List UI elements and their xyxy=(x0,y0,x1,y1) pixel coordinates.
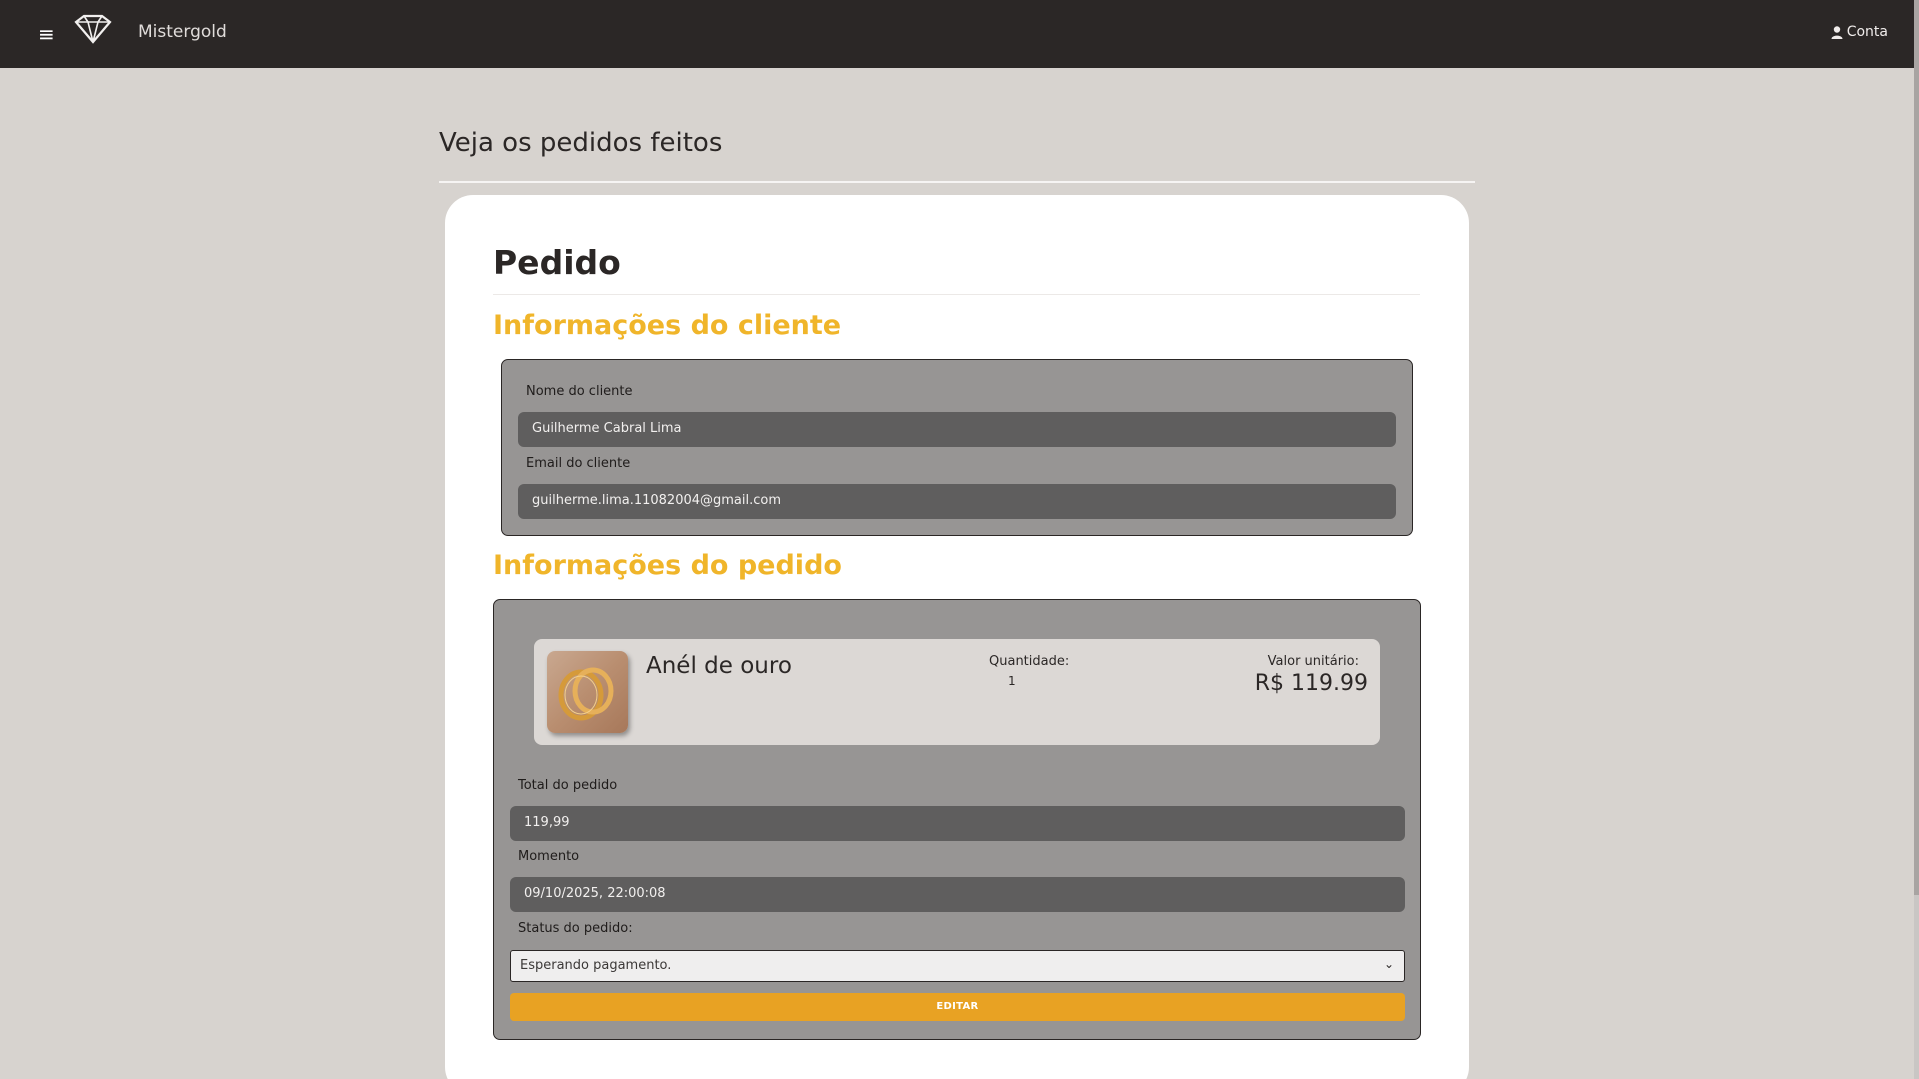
client-email-label: Email do cliente xyxy=(526,456,631,471)
client-name-field[interactable]: Guilherme Cabral Lima xyxy=(518,412,1396,447)
client-info-panel: Nome do cliente Guilherme Cabral Lima Em… xyxy=(501,359,1413,536)
unit-price-value: R$ 119.99 xyxy=(1254,671,1368,696)
order-total-label: Total do pedido xyxy=(518,778,618,793)
gold-rings-icon xyxy=(558,667,614,721)
order-moment-label: Momento xyxy=(518,849,580,864)
client-section-heading: Informações do cliente xyxy=(493,310,842,341)
order-moment-field[interactable]: 09/10/2025, 22:00:08 xyxy=(510,877,1405,912)
quantity-value: 1 xyxy=(1008,674,1016,688)
page-title: Veja os pedidos feitos xyxy=(439,128,723,158)
client-name-label: Nome do cliente xyxy=(526,384,633,399)
order-section-heading: Informações do pedido xyxy=(493,550,842,581)
order-info-panel: Anél de ouro Quantidade: 1 Valor unitári… xyxy=(493,599,1421,1040)
unit-price-label: Valor unitário: xyxy=(1267,654,1359,669)
brand-name[interactable]: Mistergold xyxy=(138,22,227,42)
title-divider xyxy=(439,181,1475,183)
client-email-field[interactable]: guilherme.lima.11082004@gmail.com xyxy=(518,484,1396,519)
account-label: Conta xyxy=(1846,24,1888,40)
hamburger-menu-icon[interactable]: ≡ xyxy=(38,22,55,46)
order-item: Anél de ouro Quantidade: 1 Valor unitári… xyxy=(534,639,1380,745)
page-scrollbar[interactable] xyxy=(1914,0,1919,1079)
order-status-label: Status do pedido: xyxy=(518,921,633,936)
item-name: Anél de ouro xyxy=(646,653,792,679)
quantity-label: Quantidade: xyxy=(989,654,1070,669)
account-link[interactable]: Conta xyxy=(1831,24,1888,40)
order-total-field[interactable]: 119,99 xyxy=(510,806,1405,841)
order-title: Pedido xyxy=(493,243,621,282)
product-image xyxy=(547,651,628,733)
order-status-select[interactable]: Esperando pagamento. ⌄ xyxy=(510,950,1405,982)
diamond-logo-icon[interactable] xyxy=(72,14,114,44)
scrollbar-thumb[interactable] xyxy=(1914,0,1919,895)
order-title-divider xyxy=(493,294,1420,295)
top-navbar: ≡ Mistergold Conta xyxy=(0,0,1914,68)
order-status-value: Esperando pagamento. xyxy=(520,958,672,973)
edit-button[interactable]: EDITAR xyxy=(510,993,1405,1021)
chevron-down-icon: ⌄ xyxy=(1383,957,1394,971)
order-card: Pedido Informações do cliente Nome do cl… xyxy=(445,195,1469,1079)
user-icon xyxy=(1831,25,1843,39)
